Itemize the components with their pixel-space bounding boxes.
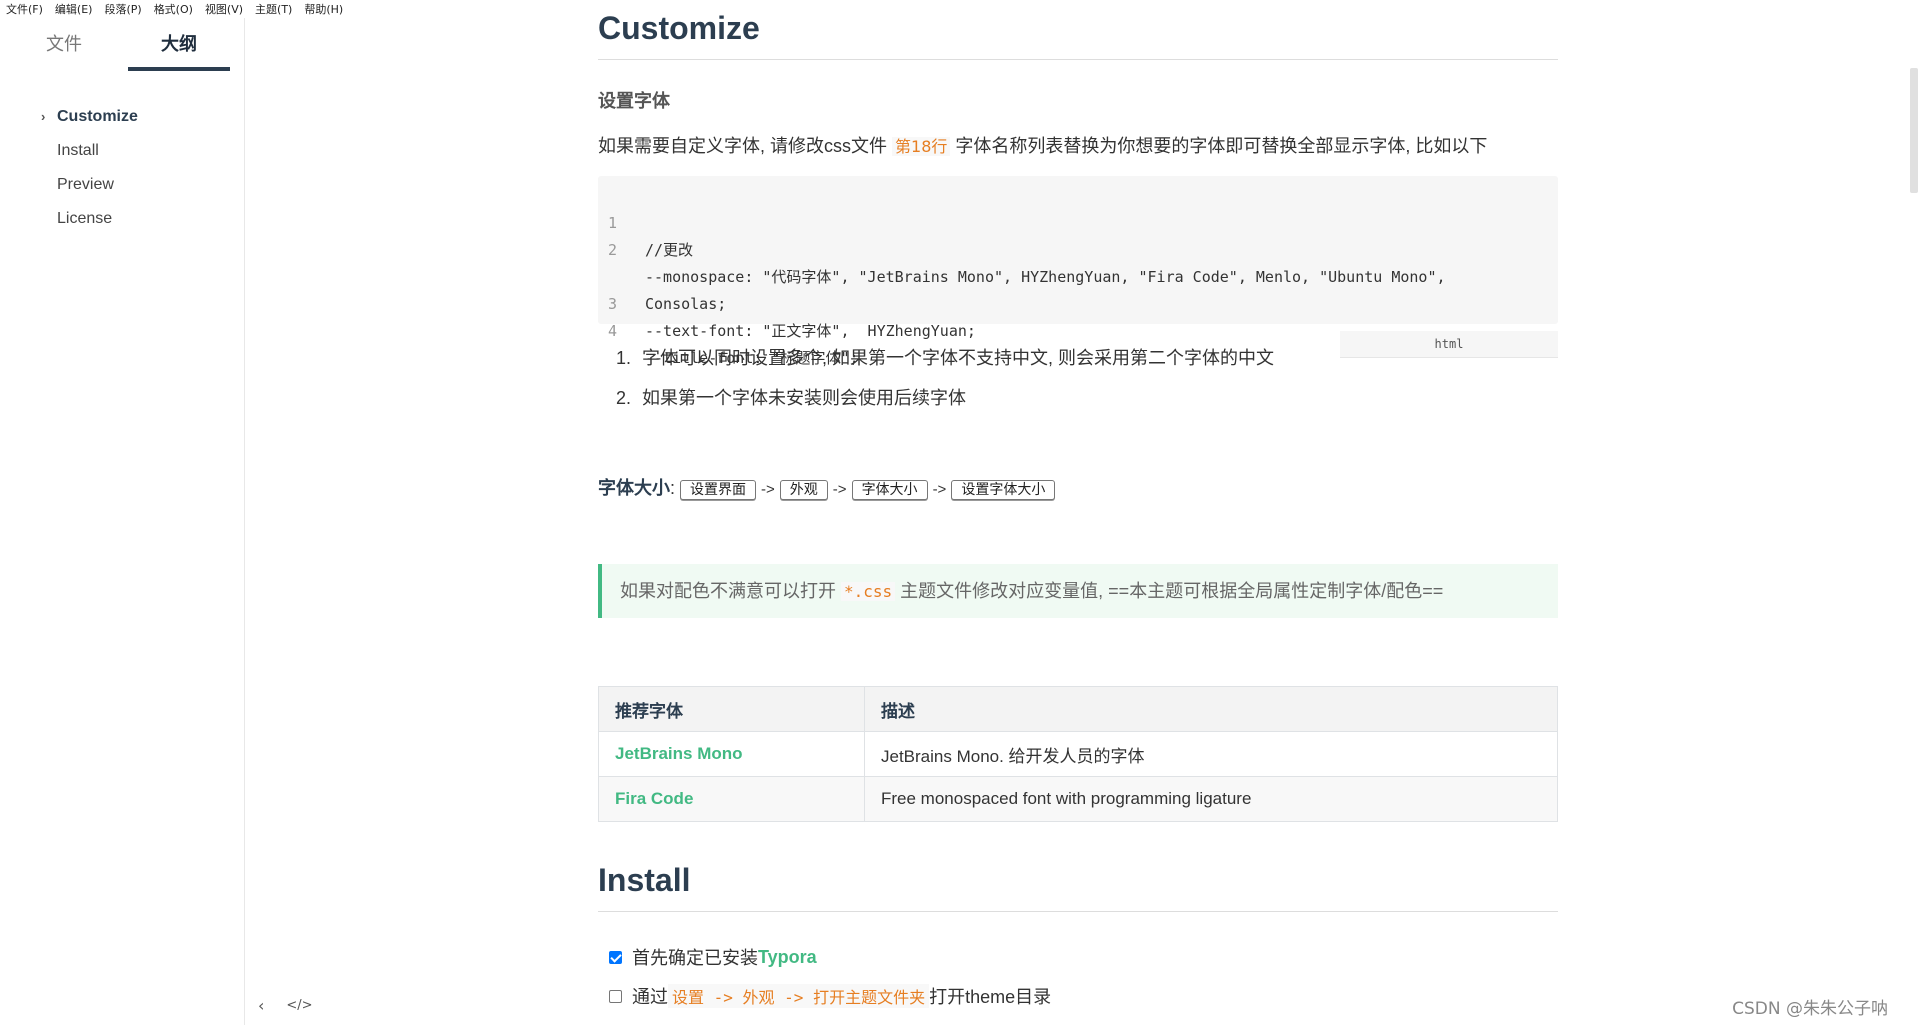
vertical-scrollbar[interactable] xyxy=(1908,0,1920,1025)
menu-theme[interactable]: 主题(T) xyxy=(255,1,292,17)
heading-install: Install xyxy=(598,862,1558,912)
sidebar-footer: ‹ </> xyxy=(244,985,338,1025)
list-item: 1. 字体可以同时设置多个, 如果第一个字体不支持中文, 则会采用第二个字体的中文 xyxy=(616,344,1274,370)
table-row: Fira Code Free monospaced font with prog… xyxy=(598,776,1558,822)
outline-item-label: Customize xyxy=(57,108,138,125)
outline-item-install[interactable]: Install xyxy=(0,134,244,168)
menu-format[interactable]: 格式(O) xyxy=(154,1,193,17)
kbd-font-size: 字体大小 xyxy=(851,480,928,500)
watermark: CSDN @朱朱公子呐 xyxy=(1732,999,1888,1019)
kbd-settings: 设置界面 xyxy=(680,480,757,500)
line-number: 4 xyxy=(608,322,618,340)
code-text: --monospace: "代码字体", "JetBrains Mono", H… xyxy=(645,268,1446,286)
task-text: 首先确定已安装 xyxy=(632,948,758,968)
task-text: 打开theme目录 xyxy=(929,987,1052,1007)
task-item: 通过 设置 -> 外观 -> 打开主题文件夹 打开theme目录 xyxy=(609,983,1051,1009)
task-checkbox[interactable] xyxy=(609,989,622,1003)
tip-blockquote: 如果对配色不满意可以打开 *.css 主题文件修改对应变量值, ==本主题可根据… xyxy=(598,564,1558,618)
tip-text: 主题文件修改对应变量值, ==本主题可根据全局属性定制字体/配色== xyxy=(895,581,1444,601)
arrow: -> xyxy=(761,481,775,498)
font-desc-cell: Free monospaced font with programming li… xyxy=(864,776,1558,822)
sidebar-tabs: 文件 大纲 xyxy=(0,18,244,74)
code-block[interactable]: 1 //更改 2 --monospace: "代码字体", "JetBrains… xyxy=(598,176,1558,367)
font-desc-cell: JetBrains Mono. 给开发人员的字体 xyxy=(864,731,1558,777)
fonts-table: 推荐字体 描述 JetBrains Mono JetBrains Mono. 给… xyxy=(598,686,1558,822)
menu-file[interactable]: 文件(F) xyxy=(6,1,43,17)
font-paragraph: 如果需要自定义字体, 请修改css文件 第18行 字体名称列表替换为你想要的字体… xyxy=(598,132,1487,158)
font-name-cell: JetBrains Mono xyxy=(598,731,865,777)
code-line: 3 --text-font: "正文字体", HYZhengYuan; xyxy=(598,264,976,340)
kbd-set-font-size: 设置字体大小 xyxy=(951,480,1056,500)
table-header: 推荐字体 xyxy=(598,686,865,732)
menu-edit[interactable]: 编辑(E) xyxy=(55,1,93,17)
list-number: 2. xyxy=(616,388,632,408)
code-text: Consolas; xyxy=(645,295,727,313)
arrow: -> xyxy=(832,481,847,498)
list-item: 2. 如果第一个字体未安装则会使用后续字体 xyxy=(616,384,966,410)
source-code-icon[interactable]: </> xyxy=(286,998,312,1013)
heading-set-font: 设置字体 xyxy=(598,91,670,111)
code-line: 1 //更改 xyxy=(598,183,693,259)
heading-customize: Customize xyxy=(598,10,1558,60)
menu-bar: 文件(F) 编辑(E) 段落(P) 格式(O) 视图(V) 主题(T) 帮助(H… xyxy=(0,0,426,18)
outline-item-license[interactable]: License xyxy=(0,202,244,236)
inline-code: 设置 -> 外观 -> 打开主题文件夹 xyxy=(668,984,930,1008)
menu-paragraph[interactable]: 段落(P) xyxy=(104,1,141,17)
code-text: //更改 xyxy=(645,241,694,259)
list-text: 字体可以同时设置多个, 如果第一个字体不支持中文, 则会采用第二个字体的中文 xyxy=(642,348,1275,368)
table-header: 描述 xyxy=(864,686,1558,732)
inline-highlight: 第18行 xyxy=(892,137,951,156)
font-size-row: 字体大小: 设置界面 -> 外观 -> 字体大小 -> 设置字体大小 xyxy=(598,474,1056,500)
inline-code: *.css xyxy=(841,582,896,601)
active-tab-indicator xyxy=(128,67,230,71)
chevron-right-icon[interactable]: › xyxy=(41,100,45,134)
paragraph-text: 字体名称列表替换为你想要的字体即可替换全部显示字体, 比如以下 xyxy=(950,136,1488,156)
code-text: --text-font: "正文字体", HYZhengYuan; xyxy=(645,322,976,340)
paragraph-text: 如果需要自定义字体, 请修改css文件 xyxy=(598,136,893,156)
scrollbar-thumb[interactable] xyxy=(1910,68,1918,193)
table-row: JetBrains Mono JetBrains Mono. 给开发人员的字体 xyxy=(598,731,1558,777)
outline-item-preview[interactable]: Preview xyxy=(0,168,244,202)
editor-content[interactable]: Customize 设置字体 如果需要自定义字体, 请修改css文件 第18行 … xyxy=(598,0,1558,1025)
task-link[interactable]: Typora xyxy=(758,947,817,968)
outline-item-label: Install xyxy=(57,142,99,159)
task-text: 通过 xyxy=(632,987,668,1007)
task-checkbox[interactable] xyxy=(609,950,622,964)
menu-view[interactable]: 视图(V) xyxy=(205,1,243,17)
tab-files[interactable]: 文件 xyxy=(34,30,94,60)
sidebar: 文件 大纲 › Customize Install Preview Licens… xyxy=(0,18,245,1025)
list-text: 如果第一个字体未安装则会使用后续字体 xyxy=(642,388,966,408)
menu-help[interactable]: 帮助(H) xyxy=(304,1,343,17)
list-number: 1. xyxy=(616,348,632,368)
tab-outline[interactable]: 大纲 xyxy=(128,30,230,60)
font-name-cell: Fira Code xyxy=(598,776,865,822)
code-language-input[interactable]: html xyxy=(1340,331,1558,358)
font-size-label: 字体大小 xyxy=(598,478,670,498)
chevron-left-icon[interactable]: ‹ xyxy=(258,996,264,1015)
code-line: 2 --monospace: "代码字体", "JetBrains Mono",… xyxy=(598,210,1446,286)
task-item: 首先确定已安装 Typora xyxy=(609,944,817,970)
outline-item-label: Preview xyxy=(57,176,114,193)
outline-list: › Customize Install Preview License xyxy=(0,100,244,236)
code-line: Consolas; xyxy=(598,237,726,313)
kbd-appearance: 外观 xyxy=(779,480,828,500)
code-line: 4 --title-font: "标题字体"; xyxy=(598,291,859,367)
arrow: -> xyxy=(932,481,947,498)
tip-text: 如果对配色不满意可以打开 xyxy=(620,581,841,601)
colon: : xyxy=(670,478,676,498)
table-header-row: 推荐字体 描述 xyxy=(598,686,1558,732)
outline-item-customize[interactable]: › Customize xyxy=(0,100,244,134)
outline-item-label: License xyxy=(57,210,113,227)
